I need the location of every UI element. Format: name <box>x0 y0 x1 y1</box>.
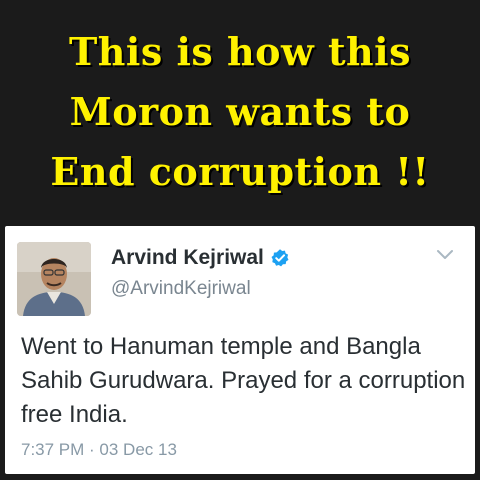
headline-line-1: This is how this <box>69 29 411 74</box>
display-name-row[interactable]: Arvind Kejriwal <box>111 246 290 270</box>
tweet-timestamp[interactable]: 7:37 PM · 03 Dec 13 <box>21 440 177 460</box>
verified-badge-icon <box>270 248 290 268</box>
meme-headline: This is how this Moron wants to End corr… <box>0 22 480 202</box>
tweet-text: Went to Hanuman temple and Bangla Sahib … <box>21 333 466 428</box>
avatar[interactable] <box>17 242 91 316</box>
headline-line-2: Moron wants to <box>69 89 411 134</box>
headline-line-3: End corruption !! <box>50 149 430 194</box>
tweet-card: Arvind Kejriwal @ArvindKejriwal Went to … <box>5 226 475 474</box>
display-name[interactable]: Arvind Kejriwal <box>111 246 264 270</box>
meme-banner: This is how this Moron wants to End corr… <box>0 0 480 228</box>
avatar-photo <box>17 242 91 316</box>
user-handle[interactable]: @ArvindKejriwal <box>111 278 251 300</box>
chevron-down-icon[interactable] <box>435 248 455 262</box>
